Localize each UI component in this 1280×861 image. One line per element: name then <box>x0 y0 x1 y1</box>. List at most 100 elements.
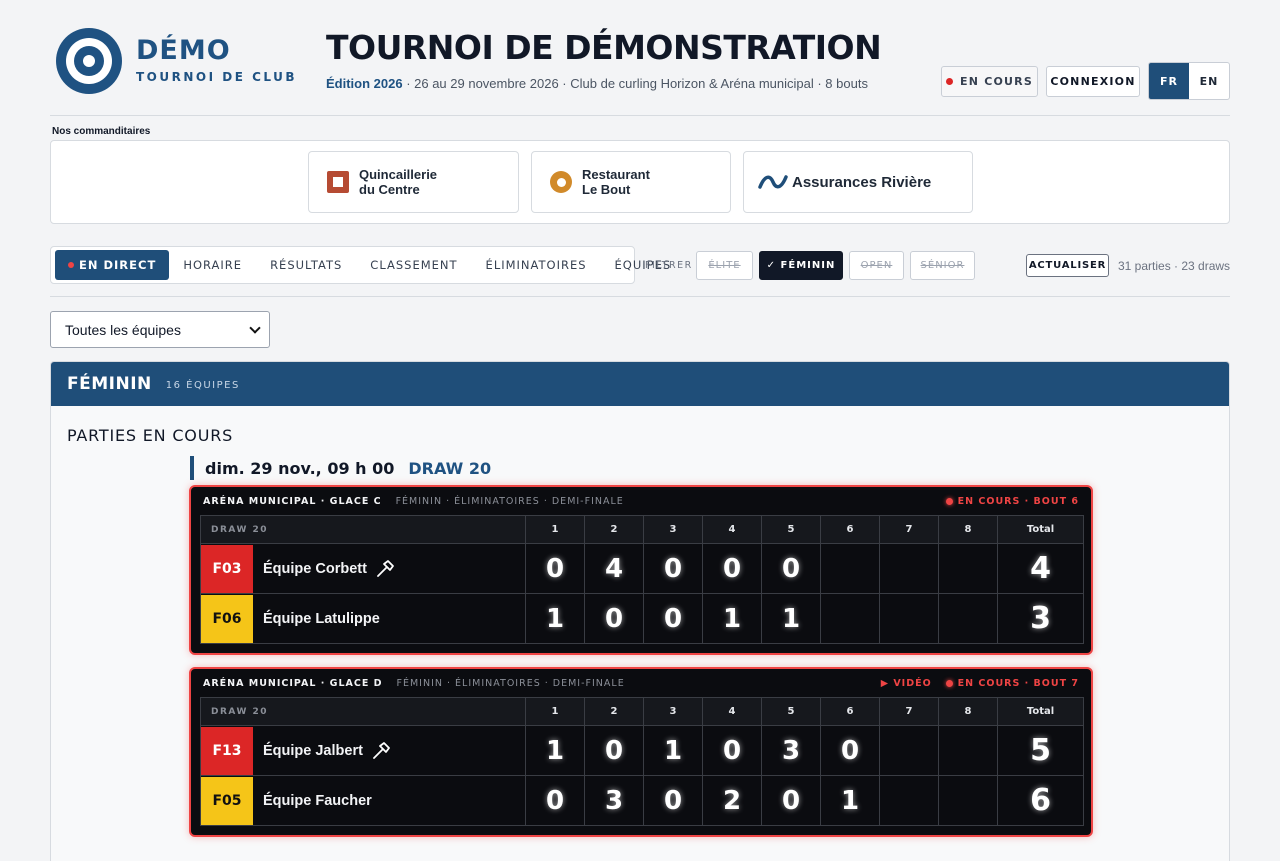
sponsor-card[interactable]: Assurances Rivière <box>743 151 973 213</box>
lang-fr-button[interactable]: FR <box>1149 63 1189 99</box>
team-cell: F06 Équipe Latulippe <box>200 593 526 644</box>
end-score: 1 <box>820 775 880 826</box>
team-name[interactable]: Équipe Corbett <box>263 561 367 577</box>
sponsor-name: Assurances Rivière <box>792 173 932 191</box>
tab-live[interactable]: EN DIRECT <box>55 250 170 280</box>
main-nav: EN DIRECT HORAIRE RÉSULTATS CLASSEMENT É… <box>50 246 670 284</box>
chevron-down-icon <box>249 322 261 334</box>
team-select[interactable]: Toutes les équipes <box>50 311 270 348</box>
game-info-bar: ARÉNA MUNICIPAL · GLACE D FÉMININ · ÉLIMI… <box>191 669 1091 697</box>
video-link[interactable]: ▶ VIDÉO <box>881 678 932 689</box>
club-logo-icon <box>56 28 122 94</box>
end-score: 0 <box>584 593 644 644</box>
live-dot-icon <box>945 497 953 505</box>
end-header: 3 <box>643 697 703 726</box>
end-score <box>879 725 939 776</box>
team-cell: F03 Équipe Corbett <box>200 543 526 594</box>
total-header: Total <box>997 515 1084 544</box>
hammer-icon <box>373 741 390 759</box>
end-header: 6 <box>820 515 880 544</box>
team-row: F06 Équipe Latulippe 1 0 0 1 1 3 <box>200 593 1084 644</box>
ongoing-games-heading: PARTIES EN COURS <box>67 426 234 445</box>
end-score <box>820 593 880 644</box>
end-score: 0 <box>525 775 585 826</box>
end-score <box>879 593 939 644</box>
live-status-badge[interactable]: EN COURS <box>941 66 1038 97</box>
login-button[interactable]: CONNEXION <box>1046 66 1140 97</box>
draw-label: DRAW 20 <box>200 697 526 726</box>
team-name[interactable]: Équipe Latulippe <box>263 611 380 627</box>
filter-senior-chip[interactable]: SÉNIOR <box>910 251 975 280</box>
total-score: 3 <box>997 593 1084 644</box>
end-header: 4 <box>702 515 762 544</box>
end-score: 4 <box>584 543 644 594</box>
refresh-button[interactable]: ACTUALISER <box>1026 254 1109 277</box>
team-cell: F13 Équipe Jalbert <box>200 725 526 776</box>
end-score <box>938 725 998 776</box>
draw-date: dim. 29 nov., 09 h 00 <box>205 458 395 478</box>
team-name[interactable]: Équipe Faucher <box>263 793 372 809</box>
tab-schedule[interactable]: HORAIRE <box>169 250 256 280</box>
filter-feminine-chip[interactable]: ✓ FÉMININ <box>759 251 843 280</box>
brand-subtitle: TOURNOI DE CLUB <box>136 70 298 84</box>
total-header: Total <box>997 697 1084 726</box>
game-status-label: EN COURS · BOUT 6 <box>957 495 1079 507</box>
game-info-bar: ARÉNA MUNICIPAL · GLACE C FÉMININ · ÉLIMI… <box>191 487 1091 515</box>
team-seed: F13 <box>201 726 253 775</box>
end-score: 3 <box>761 725 821 776</box>
tab-standings[interactable]: CLASSEMENT <box>356 250 471 280</box>
team-row: F03 Équipe Corbett 0 4 0 0 0 4 <box>200 543 1084 594</box>
team-cell: F05 Équipe Faucher <box>200 775 526 826</box>
draw-heading: dim. 29 nov., 09 h 00 DRAW 20 <box>190 456 491 480</box>
restaurant-logo-icon <box>550 171 572 193</box>
team-name[interactable]: Équipe Jalbert <box>263 743 363 759</box>
filter-open-chip[interactable]: OPEN <box>849 251 904 280</box>
brand: DÉMO TOURNOI DE CLUB <box>136 36 298 85</box>
hardware-store-logo-icon <box>327 171 349 193</box>
team-seed: F06 <box>201 594 253 643</box>
end-score: 1 <box>525 725 585 776</box>
team-seed: F03 <box>201 544 253 593</box>
sponsor-name: Restaurant Le Bout <box>582 167 650 197</box>
end-score <box>938 775 998 826</box>
sponsor-card[interactable]: Quincaillerie du Centre <box>308 151 519 213</box>
live-status-label: EN COURS <box>960 75 1033 88</box>
end-score: 0 <box>643 593 703 644</box>
tab-playoffs[interactable]: ÉLIMINATOIRES <box>472 250 601 280</box>
filter-elite-chip[interactable]: ÉLITE <box>696 251 753 280</box>
end-header: 7 <box>879 697 939 726</box>
scoreboard-table: DRAW 20 1 2 3 4 5 6 7 8 Total F03 Équipe Corbett 0 4 0… <box>200 515 1084 644</box>
end-score: 0 <box>761 775 821 826</box>
game-phase: FÉMININ · ÉLIMINATOIRES · DEMI-FINALE <box>395 495 624 507</box>
scoreboard-wrapper: DRAW 20 1 2 3 4 5 6 7 8 Total F03 Équipe Corbett 0 4 0… <box>191 515 1091 653</box>
end-score: 1 <box>525 593 585 644</box>
tab-results[interactable]: RÉSULTATS <box>256 250 356 280</box>
end-header: 1 <box>525 697 585 726</box>
end-header: 6 <box>820 697 880 726</box>
scoreboard-header-row: DRAW 20 1 2 3 4 5 6 7 8 Total <box>200 697 1084 726</box>
end-score: 3 <box>584 775 644 826</box>
tournament-details: · 26 au 29 novembre 2026 · Club de curli… <box>402 76 868 91</box>
end-header: 7 <box>879 515 939 544</box>
end-score <box>938 543 998 594</box>
sponsor-card[interactable]: Restaurant Le Bout <box>531 151 731 213</box>
live-dot-icon <box>945 679 953 687</box>
end-score: 0 <box>584 725 644 776</box>
page-title: TOURNOI DE DÉMONSTRATION <box>326 28 882 67</box>
wave-logo-icon <box>758 175 788 189</box>
game-phase: FÉMININ · ÉLIMINATOIRES · DEMI-FINALE <box>396 677 625 689</box>
end-score: 1 <box>702 593 762 644</box>
sponsors-panel: Quincaillerie du Centre Restaurant Le Bout… <box>50 140 1230 224</box>
end-score: 0 <box>761 543 821 594</box>
team-seed: F05 <box>201 776 253 825</box>
game-card[interactable]: ARÉNA MUNICIPAL · GLACE C FÉMININ · ÉLIMI… <box>189 485 1093 655</box>
lang-en-button[interactable]: EN <box>1189 63 1229 99</box>
team-row: F05 Équipe Faucher 0 3 0 2 0 1 6 <box>200 775 1084 826</box>
end-header: 2 <box>584 697 644 726</box>
game-card[interactable]: ARÉNA MUNICIPAL · GLACE D FÉMININ · ÉLIMI… <box>189 667 1093 837</box>
end-score: 1 <box>643 725 703 776</box>
game-venue: ARÉNA MUNICIPAL · GLACE D <box>203 677 383 689</box>
end-score: 0 <box>820 725 880 776</box>
filter-label: FILTRER <box>645 260 693 271</box>
tab-label: EN DIRECT <box>79 258 157 272</box>
